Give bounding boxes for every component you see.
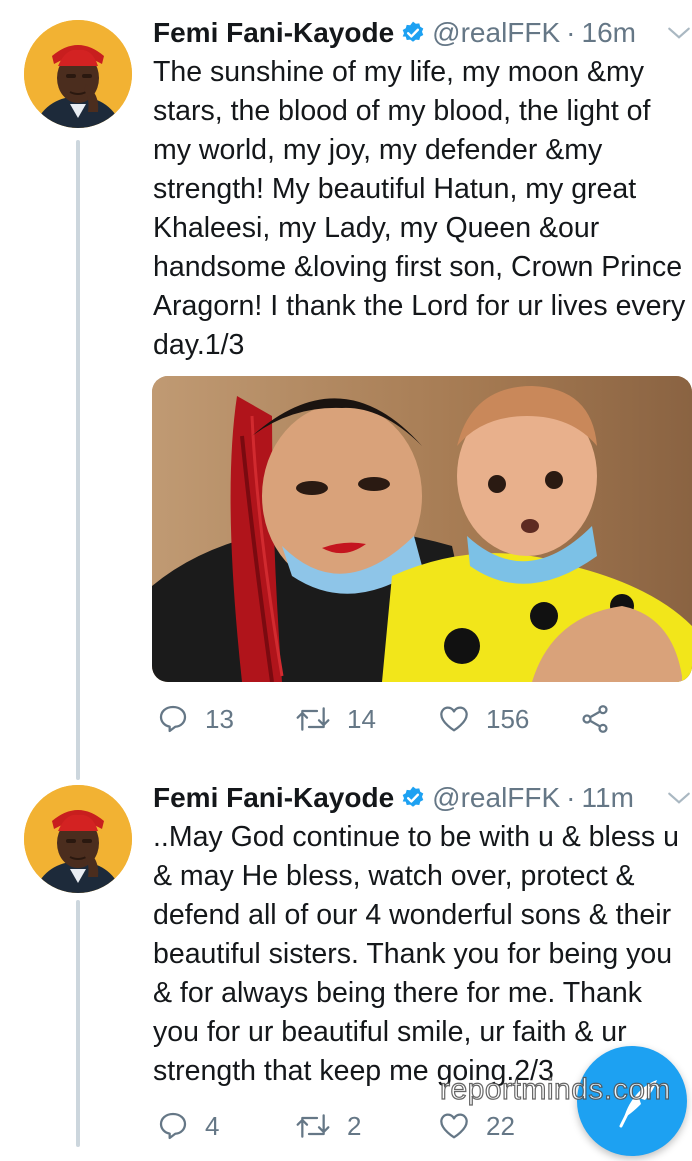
like-button[interactable]: 22 <box>438 1110 515 1142</box>
share-button[interactable] <box>579 703 611 735</box>
chevron-down-icon[interactable] <box>666 20 692 46</box>
reply-button[interactable]: 13 <box>157 703 234 735</box>
retweet-icon <box>296 1114 330 1138</box>
retweet-icon <box>296 707 330 731</box>
tweet-text-line: handsome &loving first son, Crown Prince <box>153 251 683 283</box>
tweet-text-line: defend all of our 4 wonderful sons & the… <box>153 899 672 931</box>
tweet-text-line: stars, the blood of my blood, the light … <box>153 95 651 127</box>
timestamp[interactable]: 11m <box>582 782 634 814</box>
tweet-text-line: The sunshine of my life, my moon &my <box>153 56 645 88</box>
tweet-text-line: & may He bless, watch over, protect & <box>153 860 635 892</box>
avatar[interactable] <box>24 20 132 128</box>
like-button[interactable]: 156 <box>438 703 529 735</box>
reply-count: 13 <box>205 703 234 734</box>
verified-badge-icon <box>402 786 424 807</box>
share-icon <box>582 705 608 733</box>
thread-line-2 <box>76 900 80 1147</box>
thread-line <box>76 140 80 780</box>
author-handle[interactable]: @realFFK <box>432 17 560 49</box>
author-name[interactable]: Femi Fani-Kayode <box>153 17 394 49</box>
reply-button[interactable]: 4 <box>157 1110 219 1142</box>
separator-dot: · <box>566 17 576 48</box>
author-name[interactable]: Femi Fani-Kayode <box>153 782 394 814</box>
tweet-text: The sunshine of my life, my moon &my sta… <box>153 53 689 365</box>
chevron-down-icon[interactable] <box>666 785 692 811</box>
heart-icon <box>440 706 468 732</box>
tweet-header: Femi Fani-Kayode @realFFK · 11m <box>153 778 634 818</box>
tweet-photo[interactable] <box>152 376 692 682</box>
retweet-button[interactable]: 2 <box>295 1110 361 1142</box>
reply-icon <box>159 705 187 733</box>
verified-badge-icon <box>402 21 424 42</box>
watermark: reportminds.com <box>439 1072 671 1106</box>
photo-image <box>152 376 692 682</box>
like-count: 156 <box>486 703 530 734</box>
retweet-count: 2 <box>347 1110 362 1141</box>
tweet-text-line: Khaleesi, my Lady, my Queen &our <box>153 212 600 244</box>
author-handle[interactable]: @realFFK <box>432 782 560 814</box>
tweet-text-line: day.1/3 <box>153 329 245 361</box>
timestamp[interactable]: 16m <box>582 17 636 49</box>
avatar-image <box>24 785 132 893</box>
avatar[interactable] <box>24 785 132 893</box>
tweet-text-line: & for always being there for me. Thank <box>153 977 642 1009</box>
tweet-text-line: strength! My beautiful Hatun, my great <box>153 173 637 205</box>
reply-icon <box>159 1112 187 1140</box>
like-count: 22 <box>486 1110 515 1141</box>
tweet-text-line: my world, my joy, my defender &my <box>153 134 603 166</box>
tweet-text-line: ..May God continue to be with u & bless … <box>153 821 679 853</box>
tweet-actions: 13 14 156 <box>153 703 692 743</box>
separator-dot: · <box>566 782 576 813</box>
tweet-actions: 4 2 22 <box>153 1110 573 1150</box>
retweet-count: 14 <box>347 703 376 734</box>
retweet-button[interactable]: 14 <box>295 703 376 735</box>
reply-count: 4 <box>205 1110 220 1141</box>
tweet-header: Femi Fani-Kayode @realFFK · 16m <box>153 13 636 53</box>
heart-icon <box>440 1113 468 1139</box>
avatar-image <box>24 20 132 128</box>
tweet-text-line: beautiful sisters. Thank you for being y… <box>153 938 673 970</box>
tweet-text-line: Aragorn! I thank the Lord for ur lives e… <box>153 290 686 322</box>
